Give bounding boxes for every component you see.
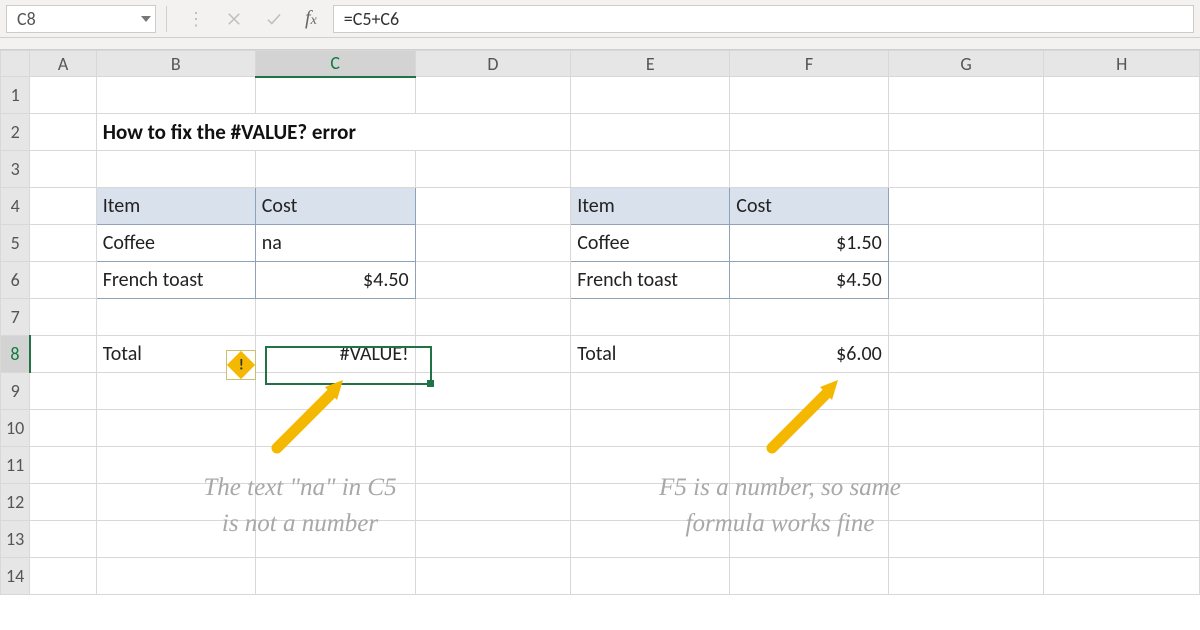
annotation-2: F5 is a number, so same formula works fi… (570, 470, 990, 543)
row-header-5[interactable]: 5 (1, 225, 30, 262)
row-header-13[interactable]: 13 (1, 521, 30, 558)
row-header-9[interactable]: 9 (1, 373, 30, 410)
name-box[interactable]: C8 (6, 5, 156, 33)
row-header-10[interactable]: 10 (1, 410, 30, 447)
cell-f8[interactable]: $6.00 (730, 336, 887, 372)
t1-head-item[interactable]: Item (97, 188, 255, 224)
separator (166, 6, 167, 32)
row-header-14[interactable]: 14 (1, 558, 30, 595)
row-header-12[interactable]: 12 (1, 484, 30, 521)
cell-c5[interactable]: na (256, 225, 415, 261)
name-box-dropdown-icon[interactable] (141, 16, 151, 22)
col-header-c[interactable]: C (255, 51, 415, 77)
col-header-d[interactable]: D (415, 51, 571, 77)
page-title: How to fix the #VALUE? error (97, 114, 571, 150)
col-header-e[interactable]: E (571, 51, 730, 77)
cell-e8[interactable]: Total (571, 336, 729, 372)
annotation-1: The text "na" in C5 is not a number (120, 470, 480, 543)
formula-text: =C5+C6 (344, 8, 399, 30)
arrow-annotation-1-icon (245, 380, 355, 460)
row-header-8[interactable]: 8 (1, 336, 30, 373)
error-trace-button[interactable]: ! (226, 350, 256, 380)
enter-icon[interactable] (265, 10, 283, 28)
warning-icon: ! (227, 351, 255, 379)
t2-head-item[interactable]: Item (571, 188, 729, 224)
row-header-4[interactable]: 4 (1, 188, 30, 225)
row-header-6[interactable]: 6 (1, 262, 30, 299)
col-header-h[interactable]: H (1044, 51, 1200, 77)
col-header-g[interactable]: G (888, 51, 1044, 77)
t1-head-cost[interactable]: Cost (256, 188, 415, 224)
cell-b6[interactable]: French toast (97, 262, 255, 298)
row-header-3[interactable]: 3 (1, 151, 30, 188)
arrow-annotation-2-icon (740, 380, 850, 460)
col-header-a[interactable]: A (30, 51, 96, 77)
formula-bar: C8 ⋮ fx =C5+C6 (0, 0, 1200, 38)
row-header-1[interactable]: 1 (1, 77, 30, 114)
cell-b5[interactable]: Coffee (97, 225, 255, 261)
formula-input[interactable]: =C5+C6 (333, 5, 1194, 33)
fx-icon[interactable]: fx (305, 7, 317, 30)
select-all-corner[interactable] (1, 51, 30, 77)
dots-icon: ⋮ (187, 8, 203, 30)
cell-f5[interactable]: $1.50 (730, 225, 887, 261)
toolbar-gap (0, 38, 1200, 50)
row-header-11[interactable]: 11 (1, 447, 30, 484)
formula-bar-buttons: ⋮ fx (171, 7, 333, 30)
cell-e6[interactable]: French toast (571, 262, 729, 298)
row-header-2[interactable]: 2 (1, 114, 30, 151)
cell-e5[interactable]: Coffee (571, 225, 729, 261)
row-header-7[interactable]: 7 (1, 299, 30, 336)
cell-c8[interactable]: #VALUE! (256, 336, 415, 372)
cell-c6[interactable]: $4.50 (256, 262, 415, 298)
name-box-value: C8 (17, 8, 36, 30)
col-header-b[interactable]: B (96, 51, 255, 77)
col-header-f[interactable]: F (730, 51, 888, 77)
cancel-icon[interactable] (225, 10, 243, 28)
cell-f6[interactable]: $4.50 (730, 262, 887, 298)
t2-head-cost[interactable]: Cost (730, 188, 887, 224)
